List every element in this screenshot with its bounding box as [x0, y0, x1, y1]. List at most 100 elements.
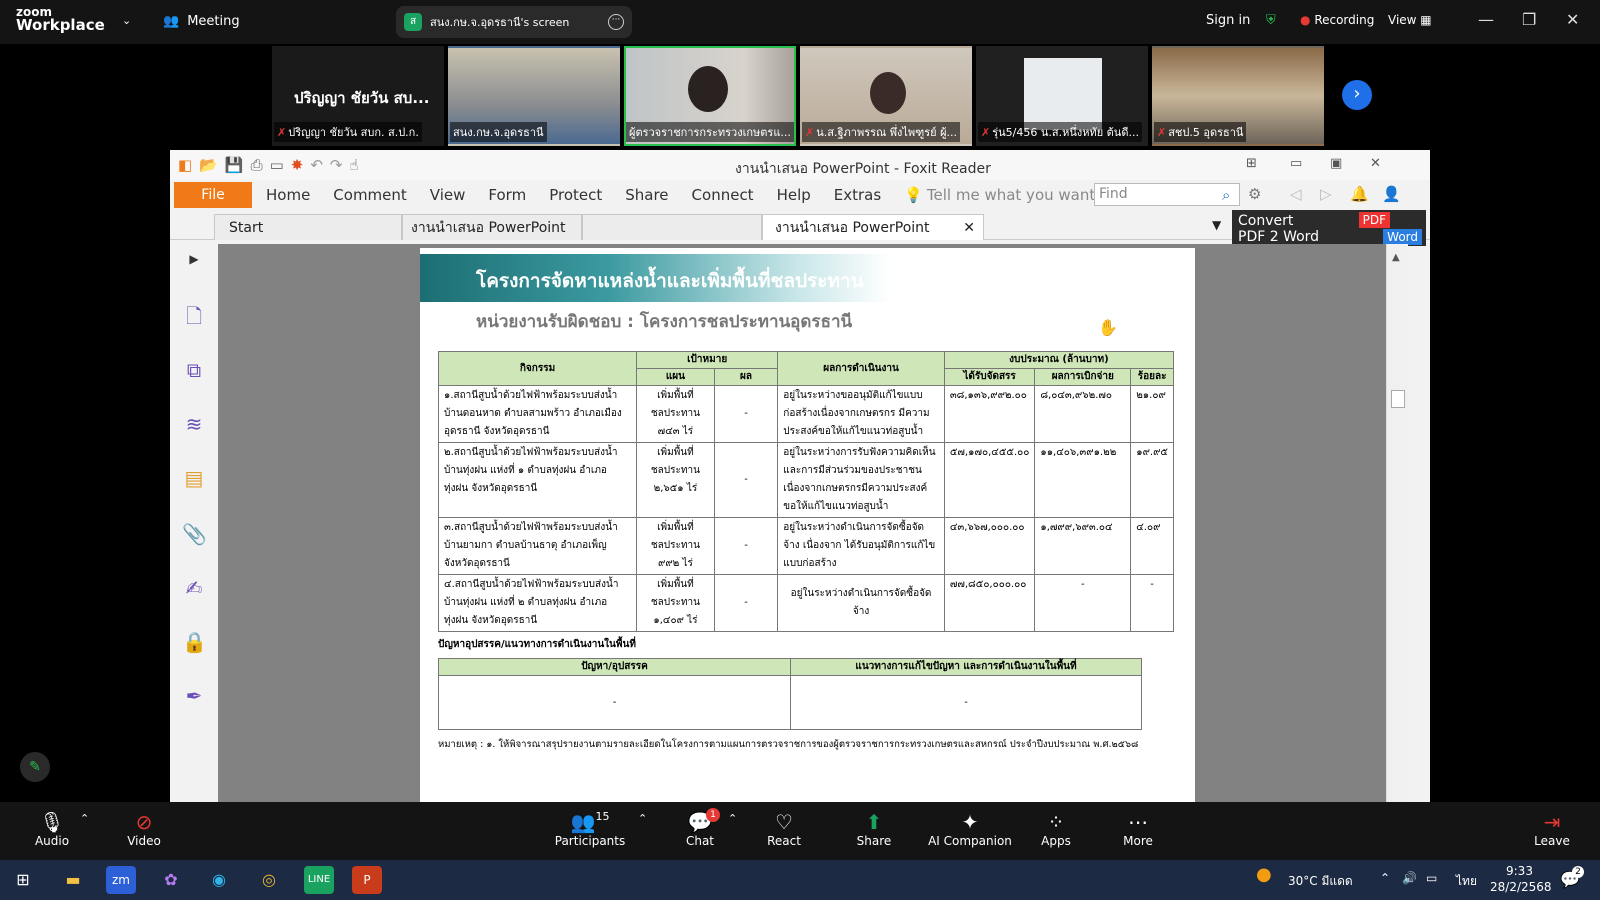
back-icon[interactable]: ◁ [1290, 185, 1302, 203]
undo-icon[interactable]: ↶ [310, 156, 323, 174]
menu-form[interactable]: Form [488, 186, 526, 204]
layout-icon[interactable]: ⊞ [1246, 156, 1257, 171]
print-icon[interactable]: ⎙ [251, 156, 263, 174]
certificate-icon[interactable]: ✒ [182, 684, 206, 708]
menu-home[interactable]: Home [266, 186, 310, 204]
chrome-icon[interactable]: ◎ [254, 866, 284, 894]
redo-icon[interactable]: ↷ [330, 156, 343, 174]
participants-chevron-icon[interactable]: ⌃ [638, 812, 647, 825]
volume-icon[interactable]: 🔊 [1402, 871, 1417, 885]
next-page-icon[interactable]: › [1342, 80, 1372, 110]
restore-icon[interactable]: ❐ [1522, 10, 1536, 29]
ai-companion-button[interactable]: ✦ AI Companion [918, 810, 1022, 848]
menu-comment[interactable]: Comment [333, 186, 407, 204]
comments-icon[interactable]: ▤ [182, 466, 206, 490]
tab-document[interactable]: งานนำเสนอ PowerPoint [402, 214, 582, 240]
chevron-down-icon[interactable]: ⌄ [122, 14, 131, 27]
hand-tool-icon[interactable]: ☝ [350, 156, 359, 174]
foxit-title-bar: ◧ 📂 💾 ⎙ ▭ ✸ ↶ ↷ ☝ งานนำเสนอ PowerPoint -… [170, 150, 1430, 180]
copilot-icon[interactable]: ✿ [156, 866, 186, 894]
find-input[interactable]: Find [1094, 183, 1240, 206]
expand-panel-icon[interactable]: ▶ [182, 252, 206, 276]
chat-chevron-icon[interactable]: ⌃ [728, 812, 737, 825]
view-button[interactable]: View ▦ [1388, 13, 1432, 27]
scroll-thumb[interactable] [1391, 390, 1405, 408]
participant-tile[interactable]: ปริญญา ชัยวัน สบ... ✗ ปริญญา ชัยวัน สบก. … [272, 46, 444, 146]
more-options-icon[interactable]: ··· [608, 14, 624, 30]
user-icon[interactable]: 👤 [1382, 185, 1401, 203]
cell-result: - [713, 385, 779, 443]
tab-start[interactable]: Start [214, 214, 402, 240]
annotate-pen-icon[interactable]: ✎ [20, 752, 50, 782]
participant-tile[interactable]: ✗ รุ่น5/456 น.ส.หนึ่งหทัย ต้นดี... [976, 46, 1148, 146]
maximize-icon[interactable]: ▣ [1330, 156, 1342, 171]
sign-in-button[interactable]: Sign in [1206, 13, 1250, 28]
leave-button[interactable]: ⇥ Leave [1512, 810, 1592, 848]
recording-indicator[interactable]: ● Recording [1300, 13, 1374, 27]
language-indicator[interactable]: ไทย [1456, 872, 1477, 891]
meeting-menu[interactable]: 👥 Meeting [163, 14, 240, 29]
participant-caption-text: สชป.5 อุดรธานี [1168, 126, 1244, 139]
settings-icon[interactable]: ⚙ [1248, 185, 1261, 203]
network-icon[interactable]: ▭ [1426, 871, 1437, 885]
layers-icon[interactable]: ≋ [182, 412, 206, 436]
menu-protect[interactable]: Protect [549, 186, 602, 204]
video-button[interactable]: ⊘ Video [104, 810, 184, 848]
minimize-icon[interactable]: ▭ [1290, 156, 1302, 171]
signature-icon[interactable]: ✍ [182, 576, 206, 600]
tell-me-input[interactable]: Tell me what you want to [927, 186, 1115, 204]
file-explorer-icon[interactable]: ▬ [58, 866, 88, 894]
tray-chevron-icon[interactable]: ⌃ [1380, 871, 1390, 885]
share-button[interactable]: ⬆ Share [834, 810, 914, 848]
zoom-app-icon[interactable]: zm [106, 866, 136, 894]
minimize-icon[interactable]: — [1478, 10, 1494, 29]
menu-share[interactable]: Share [625, 186, 668, 204]
document-viewport[interactable]: โครงการจัดหาแหล่งน้ำและเพิ่มพื้นที่ชลประ… [218, 244, 1386, 802]
cell-result: - [713, 517, 779, 575]
apps-button[interactable]: ⁘ Apps [1016, 810, 1096, 848]
tab-blank[interactable] [582, 214, 762, 240]
participant-tile[interactable]: ✗ สชป.5 อุดรธานี [1152, 46, 1324, 146]
windows-start-icon[interactable]: ⊞ [8, 866, 38, 894]
search-icon[interactable]: ⌕ [1222, 186, 1230, 204]
pages-icon[interactable]: ⧉ [182, 358, 206, 382]
save-icon[interactable]: 💾 [225, 156, 244, 174]
menu-view[interactable]: View [430, 186, 466, 204]
audio-options-chevron-icon[interactable]: ⌃ [80, 812, 89, 825]
edge-icon[interactable]: ◉ [204, 866, 234, 894]
clock-date[interactable]: 28/2/2568 [1490, 880, 1552, 894]
tab-document-active[interactable]: งานนำเสนอ PowerPoint ✕ [762, 214, 984, 240]
screen-share-pill[interactable]: ส สนง.กษ.จ.อุดรธานี's screen ··· [396, 6, 632, 38]
new-icon[interactable]: ✸ [291, 156, 304, 174]
open-folder-icon[interactable]: 📂 [199, 156, 218, 174]
participant-tile-active-speaker[interactable]: ผู้ตรวจราชการกระทรวงเกษตรแ... [624, 46, 796, 146]
menu-help[interactable]: Help [777, 186, 811, 204]
participant-tile[interactable]: ✗ น.ส.ฐิภาพรรณ พึ่งไพฑูรย์ ผู้... [800, 46, 972, 146]
menu-connect[interactable]: Connect [692, 186, 754, 204]
tab-list-chevron-icon[interactable]: ▼ [1212, 218, 1221, 232]
clock-time[interactable]: 9:33 [1506, 864, 1533, 878]
shield-icon[interactable]: ⛨ [1266, 13, 1276, 28]
powerpoint-icon[interactable]: P [352, 866, 382, 894]
participants-button[interactable]: 👥15 Participants [550, 810, 630, 848]
forward-icon[interactable]: ▷ [1320, 185, 1332, 203]
file-menu-button[interactable]: File [174, 182, 252, 208]
close-icon[interactable]: ✕ [1566, 10, 1579, 29]
menu-extras[interactable]: Extras [834, 186, 881, 204]
close-tab-icon[interactable]: ✕ [963, 215, 975, 241]
attachment-icon[interactable]: 📎 [182, 522, 207, 546]
vertical-scrollbar[interactable]: ▲ [1386, 244, 1408, 802]
bell-icon[interactable]: 🔔 [1350, 185, 1369, 203]
weather-text[interactable]: 30°C มีแดด [1288, 872, 1353, 891]
more-button[interactable]: ⋯ More [1098, 810, 1178, 848]
lock-icon[interactable]: 🔒 [182, 630, 207, 654]
line-app-icon[interactable]: LINE [304, 866, 334, 894]
close-icon[interactable]: ✕ [1370, 156, 1381, 171]
weather-icon[interactable]: ● [1256, 864, 1272, 885]
convert-pdf-to-word-banner[interactable]: Convert PDF 2 Word PDF Word [1232, 210, 1426, 246]
participant-tile[interactable]: สนง.กษ.จ.อุดรธานี [448, 46, 620, 146]
bookmark-icon[interactable]: 🗋 [182, 302, 206, 328]
screen-icon[interactable]: ▭ [270, 156, 284, 174]
scroll-up-icon[interactable]: ▲ [1392, 252, 1400, 263]
react-button[interactable]: ♡ React [744, 810, 824, 848]
